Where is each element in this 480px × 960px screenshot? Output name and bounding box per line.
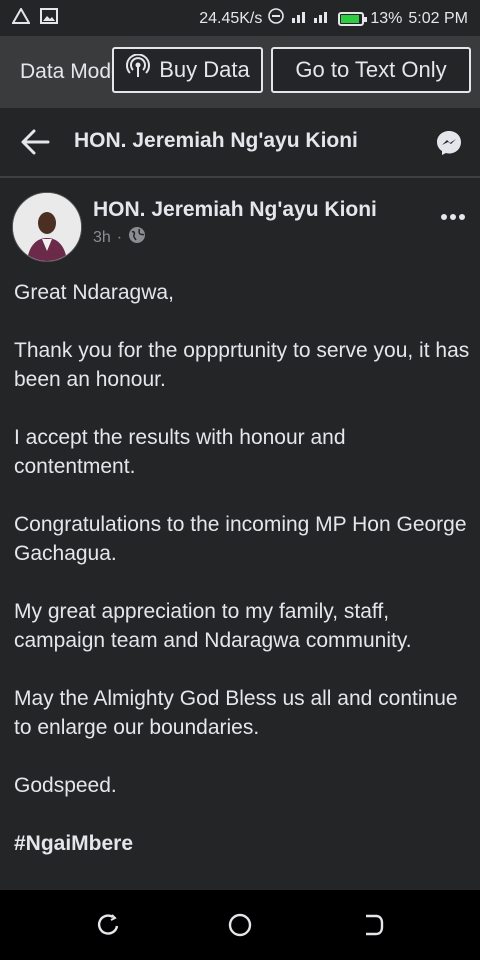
signal-icon <box>290 9 332 28</box>
broadcast-icon <box>125 53 151 86</box>
post-paragraph: Congratulations to the incoming MP Hon G… <box>14 513 467 565</box>
post-body: Great Ndaragwa, Thank you for the oppprt… <box>14 278 470 887</box>
arrow-left-icon[interactable] <box>20 128 50 156</box>
warning-triangle-icon <box>11 6 31 29</box>
status-bar: 24.45K/s 13% 5:02 PM <box>0 0 480 36</box>
text-only-label: Go to Text Only <box>295 57 447 82</box>
post-meta: 3h · <box>93 226 146 249</box>
dnd-icon <box>268 8 285 29</box>
clock: 5:02 PM <box>408 9 468 27</box>
back-nav-icon[interactable] <box>360 912 386 938</box>
post-paragraph: May the Almighty God Bless us all and co… <box>14 687 458 739</box>
post-paragraph: Great Ndaragwa, <box>14 281 174 304</box>
hashtag-link[interactable]: #NgaiMbere <box>14 829 470 858</box>
system-nav-bar <box>0 890 480 960</box>
post: HON. Jeremiah Ng'ayu Kioni 3h · Great Nd… <box>0 178 480 890</box>
meta-separator: · <box>116 228 123 246</box>
data-mode-label: Data Mode <box>20 60 112 83</box>
text-only-button[interactable]: Go to Text Only <box>271 47 471 93</box>
data-mode-bar: Data Mode Buy Data Go to Text Only <box>0 36 480 108</box>
battery-icon <box>338 11 368 26</box>
post-paragraph: My great appreciation to my family, staf… <box>14 600 412 652</box>
recents-icon[interactable] <box>95 912 121 938</box>
post-paragraph: I accept the results with honour and con… <box>14 426 346 478</box>
buy-data-label: Buy Data <box>159 57 250 82</box>
messenger-icon[interactable] <box>436 130 462 156</box>
battery-percent: 13% <box>370 9 403 27</box>
avatar[interactable] <box>12 192 82 262</box>
home-icon[interactable] <box>227 912 253 938</box>
globe-icon <box>128 226 146 249</box>
post-paragraph: Godspeed. <box>14 774 117 797</box>
image-icon <box>40 8 58 29</box>
buy-data-button[interactable]: Buy Data <box>112 47 263 93</box>
more-dots-icon[interactable] <box>440 208 466 220</box>
network-speed: 24.45K/s <box>199 9 263 27</box>
page-header: HON. Jeremiah Ng'ayu Kioni <box>0 108 480 178</box>
page-title: HON. Jeremiah Ng'ayu Kioni <box>74 129 358 152</box>
post-author[interactable]: HON. Jeremiah Ng'ayu Kioni <box>93 198 377 222</box>
post-time[interactable]: 3h <box>93 229 111 247</box>
post-paragraph: Thank you for the oppprtunity to serve y… <box>14 339 470 391</box>
